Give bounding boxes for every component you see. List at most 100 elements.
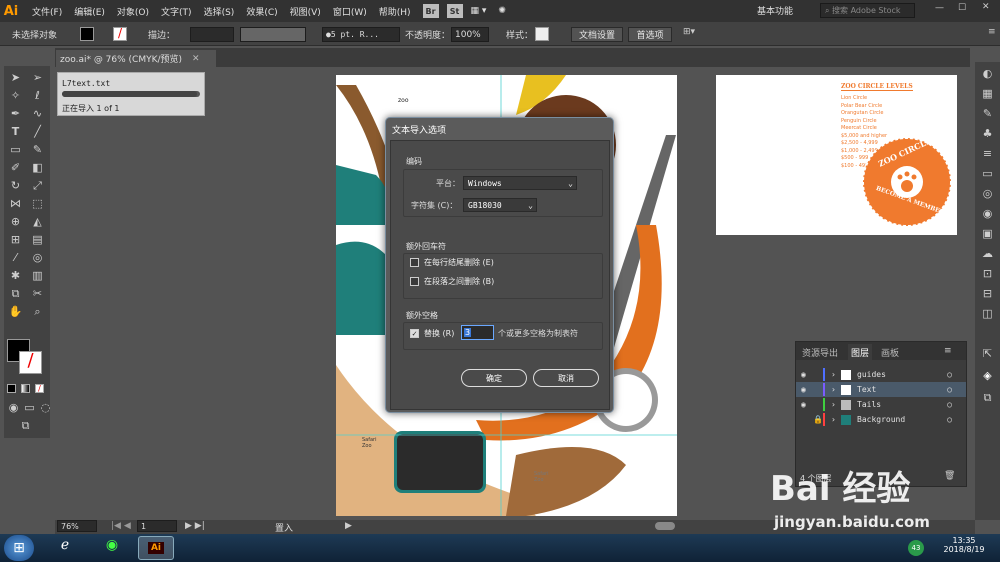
graph-tool-icon[interactable]: ▥ (30, 268, 45, 283)
tray-badge[interactable]: 43 (908, 540, 924, 556)
rectangle-tool-icon[interactable]: ▭ (8, 142, 23, 157)
layer-row[interactable]: ◉ › Tails ○ (796, 397, 966, 412)
stock-search-input[interactable]: ⌕ 搜索 Adobe Stock (820, 3, 915, 18)
zoom-field[interactable]: 76% (57, 520, 97, 532)
graphic-styles-icon[interactable]: ▣ (980, 226, 995, 241)
stroke-swatch[interactable]: / (113, 27, 127, 41)
scale-tool-icon[interactable]: ⤢ (30, 178, 45, 193)
menu-file[interactable]: 文件(F) (32, 5, 62, 18)
stroke-weight-field[interactable] (190, 27, 234, 42)
lock-icon[interactable]: 🔒 (813, 415, 823, 424)
change-screen-mode-icon[interactable]: ⧉ (18, 418, 33, 433)
direct-selection-tool-icon[interactable]: ➢ (30, 70, 45, 85)
expand-chevron-icon[interactable]: › (831, 385, 841, 394)
arrange-icon[interactable]: ▦ ▾ (471, 6, 487, 16)
curvature-tool-icon[interactable]: ∿ (30, 106, 45, 121)
transform-panel-icon[interactable]: ⊡ (980, 266, 995, 281)
expand-chevron-icon[interactable]: › (831, 370, 841, 379)
horizontal-scrollbar[interactable] (655, 522, 675, 530)
start-button-icon[interactable]: ⊞ (4, 535, 34, 561)
perspective-grid-icon[interactable]: ◭ (30, 214, 45, 229)
tab-layers[interactable]: 图层 (848, 344, 873, 361)
blend-tool-icon[interactable]: ◎ (30, 250, 45, 265)
screen-mode-icon[interactable]: ▭ (22, 400, 37, 415)
layers-panel-icon[interactable]: ◈ (980, 368, 995, 383)
remove-para-label[interactable]: 在段落之间删除 (B) (424, 276, 494, 287)
fill-swatch[interactable] (80, 27, 94, 41)
layer-name[interactable]: Tails (857, 400, 947, 409)
replace-label[interactable]: 替换 (R) (424, 328, 454, 339)
mesh-tool-icon[interactable]: ⊞ (8, 232, 23, 247)
variable-width-select[interactable] (240, 27, 306, 42)
visibility-eye-icon[interactable]: ◉ (801, 370, 813, 379)
stroke-color-box[interactable]: / (19, 351, 42, 374)
layer-name[interactable]: Text (857, 385, 947, 394)
expand-chevron-icon[interactable]: › (831, 415, 841, 424)
ok-button[interactable]: 确定 (461, 369, 527, 387)
gradient-tool-icon[interactable]: ▤ (30, 232, 45, 247)
replace-spaces-input[interactable]: 3 (461, 325, 494, 340)
page-field[interactable]: 1 (137, 520, 177, 532)
tab-artboards[interactable]: 画板 (881, 346, 899, 359)
stroke-panel-icon[interactable]: ≡ (980, 146, 995, 161)
layer-name[interactable]: Background (857, 415, 947, 424)
draw-normal-icon[interactable]: ◉ (6, 400, 21, 415)
workspace-switcher[interactable]: 基本功能 (757, 4, 793, 17)
shaper-tool-icon[interactable]: ✐ (8, 160, 23, 175)
symbols-panel-icon[interactable]: ♣ (980, 126, 995, 141)
menu-edit[interactable]: 编辑(E) (74, 5, 105, 18)
zoom-tool-icon[interactable]: ⌕ (30, 304, 45, 319)
free-transform-icon[interactable]: ⬚ (30, 196, 45, 211)
layer-row[interactable]: ◉ › guides ○ (796, 367, 966, 382)
target-circle-icon[interactable]: ○ (947, 415, 952, 424)
color-panel-icon[interactable]: ◐ (980, 66, 995, 81)
align-panel-icon[interactable]: ⊟ (980, 286, 995, 301)
shape-builder-icon[interactable]: ⊕ (8, 214, 23, 229)
line-tool-icon[interactable]: ╱ (30, 124, 45, 139)
paintbrush-icon[interactable]: ✎ (30, 142, 45, 157)
visibility-eye-icon[interactable]: ◉ (801, 385, 813, 394)
eyedropper-icon[interactable]: ⁄ (8, 250, 23, 265)
document-tab[interactable]: zoo.ai* @ 76% (CMYK/预览) ✕ (56, 50, 216, 67)
expand-chevron-icon[interactable]: › (831, 400, 841, 409)
type-tool-icon[interactable]: T (8, 124, 23, 139)
symbol-sprayer-icon[interactable]: ✱ (8, 268, 23, 283)
align-icon[interactable]: ⊞▾ (683, 27, 695, 37)
gradient-mode-button[interactable] (21, 384, 30, 393)
tab-close-icon[interactable]: ✕ (192, 54, 200, 64)
menu-effect[interactable]: 效果(C) (246, 5, 277, 18)
color-mode-button[interactable] (7, 384, 16, 393)
selection-tool-icon[interactable]: ➤ (8, 70, 23, 85)
bridge-button[interactable]: Br (422, 4, 439, 18)
layer-name[interactable]: guides (857, 370, 947, 379)
document-setup-button[interactable]: 文档设置 (571, 27, 623, 42)
menu-select[interactable]: 选择(S) (204, 5, 235, 18)
menu-view[interactable]: 视图(V) (290, 5, 321, 18)
magic-wand-icon[interactable]: ✧ (8, 88, 23, 103)
cancel-button[interactable]: 取消 (533, 369, 599, 387)
appearance-panel-icon[interactable]: ◉ (980, 206, 995, 221)
remove-eol-label[interactable]: 在每行结尾删除 (E) (424, 257, 494, 268)
target-circle-icon[interactable]: ○ (947, 370, 952, 379)
360-taskbar-icon[interactable]: ◉ (92, 537, 132, 559)
pen-tool-icon[interactable]: ✒ (8, 106, 23, 121)
eraser-icon[interactable]: ◧ (30, 160, 45, 175)
illustrator-taskbar-button[interactable]: Ai (138, 536, 174, 560)
gradient-panel-icon[interactable]: ▭ (980, 166, 995, 181)
first-page-icon[interactable]: |◀ ◀ (111, 521, 131, 531)
remove-para-checkbox[interactable] (410, 277, 419, 286)
preferences-button[interactable]: 首选项 (628, 27, 672, 42)
transparency-panel-icon[interactable]: ◎ (980, 186, 995, 201)
artboard-tool-icon[interactable]: ⧉ (8, 286, 23, 301)
artboards-panel-icon[interactable]: ⧉ (980, 390, 995, 405)
brushes-panel-icon[interactable]: ✎ (980, 106, 995, 121)
style-swatch[interactable] (535, 27, 549, 41)
hand-tool-icon[interactable]: ✋ (8, 304, 23, 319)
tab-asset-export[interactable]: 资源导出 (802, 346, 838, 359)
replace-checkbox[interactable]: ✓ (410, 329, 419, 338)
menu-object[interactable]: 对象(O) (117, 5, 149, 18)
remove-eol-checkbox[interactable] (410, 258, 419, 267)
charset-select[interactable]: GB18030 ⌄ (463, 198, 537, 212)
panel-menu-icon[interactable]: ≡ (944, 346, 952, 356)
platform-select[interactable]: Windows ⌄ (463, 176, 577, 190)
